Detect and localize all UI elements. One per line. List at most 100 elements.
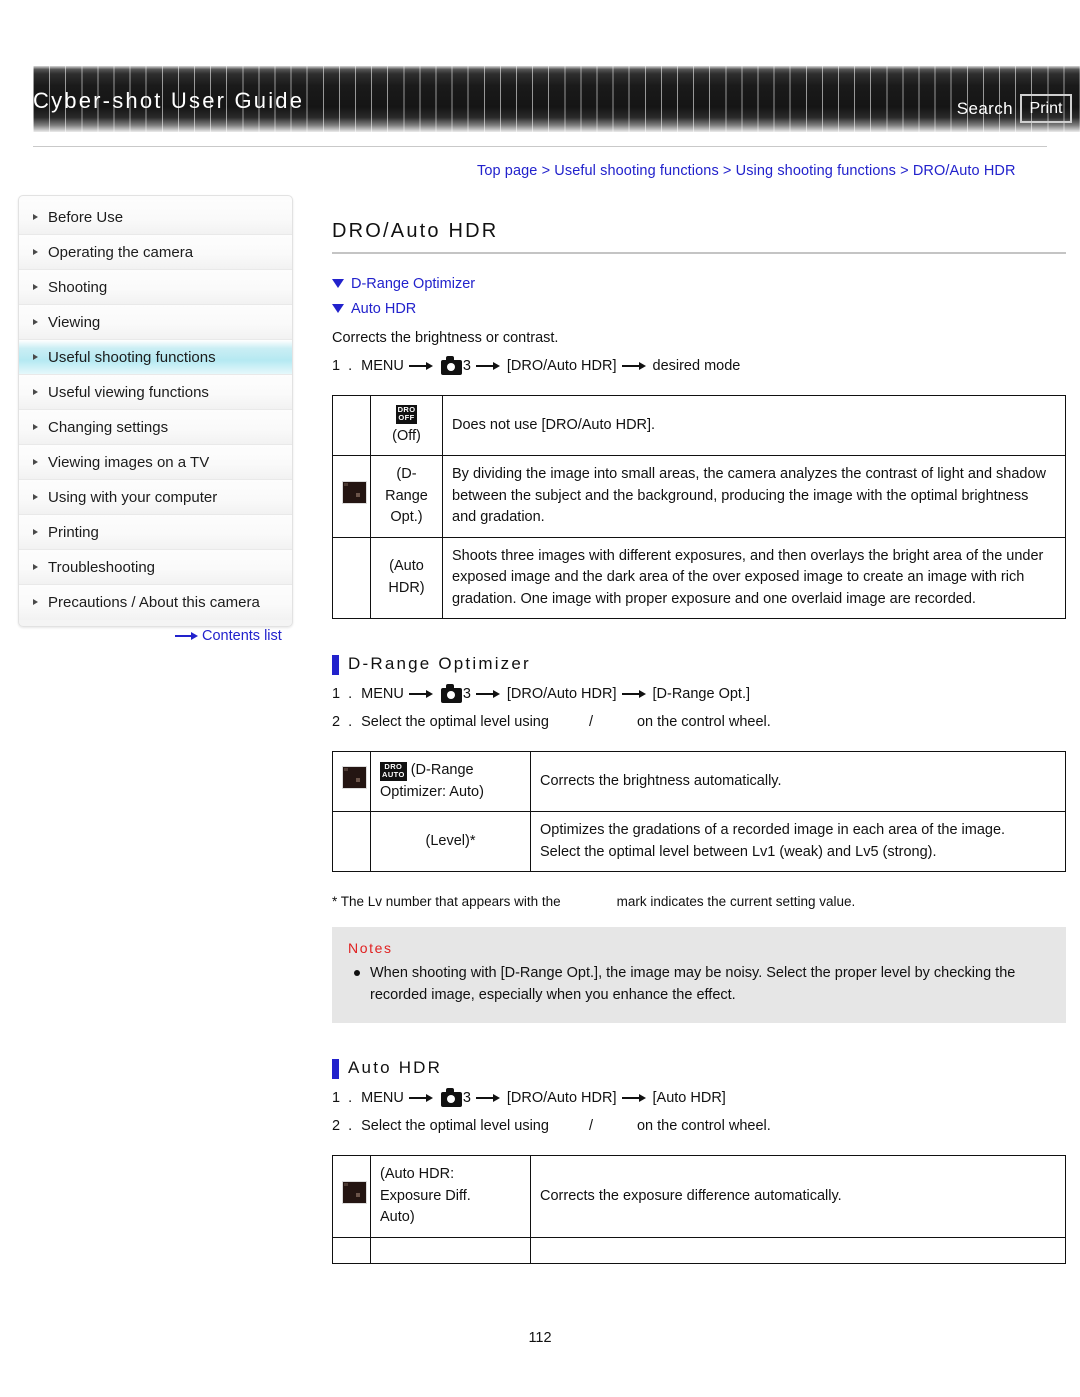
mode-name-line1: (D-Range bbox=[410, 762, 474, 778]
step-part-item: [DRO/Auto HDR] bbox=[506, 686, 617, 702]
step-part-menu: MENU bbox=[361, 686, 404, 702]
step-part-text: Select the optimal level using bbox=[361, 1118, 549, 1134]
print-button[interactable]: Print bbox=[1020, 94, 1072, 123]
mode-desc-cell: Optimizes the gradations of a recorded i… bbox=[530, 811, 1066, 872]
sidebar-item-using-with-your-computer[interactable]: Using with your computer bbox=[19, 480, 292, 515]
chevron-right-icon bbox=[33, 599, 38, 605]
hdr-step-1-menu-path: 1 . MENU 3 [DRO/Auto HDR] [Auto HDR] bbox=[332, 1088, 1066, 1107]
mode-name-label: (Off) bbox=[392, 427, 421, 444]
mode-desc-cell: Shoots three images with different expos… bbox=[442, 536, 1066, 619]
sidebar-item-label: Before Use bbox=[48, 209, 124, 226]
arrow-right-icon bbox=[475, 689, 502, 699]
mode-name-line2: HDR) bbox=[388, 579, 425, 596]
step-part-result: desired mode bbox=[652, 358, 741, 374]
arrow-right-icon bbox=[475, 1093, 502, 1103]
contents-list-label: Contents list bbox=[202, 628, 282, 644]
mode-name-cell: DRO AUTO (D-Range Optimizer: Auto) bbox=[370, 751, 531, 812]
sidebar-item-label: Printing bbox=[48, 524, 99, 541]
mode-name-line2: Exposure Diff. bbox=[380, 1187, 471, 1204]
sidebar-item-changing-settings[interactable]: Changing settings bbox=[19, 410, 292, 445]
search-button[interactable]: Search bbox=[957, 99, 1013, 119]
header-divider bbox=[33, 146, 1047, 147]
anchor-label: Auto HDR bbox=[351, 301, 417, 317]
sidebar-item-printing[interactable]: Printing bbox=[19, 515, 292, 550]
dro-step-2-select-level: 2 . Select the optimal level using / on the… bbox=[332, 714, 1066, 730]
step-1-menu-path: 1 . MENU 3 [DRO/Auto HDR] desired mode bbox=[332, 356, 1066, 375]
table-row bbox=[332, 1236, 1066, 1264]
arrow-right-icon bbox=[475, 361, 502, 371]
section-heading-d-range-optimizer: D-Range Optimizer bbox=[332, 654, 1066, 675]
sidebar-item-viewing-images-on-a-tv[interactable]: Viewing images on a TV bbox=[19, 445, 292, 480]
mode-name-cell: DRO OFF (Off) bbox=[370, 395, 443, 456]
site-header: Cyber-shot User Guide Search Print bbox=[0, 0, 1080, 152]
breadcrumb[interactable]: Top page > Useful shooting functions > U… bbox=[477, 163, 1016, 179]
camera-icon bbox=[440, 1088, 462, 1107]
mode-icon-cell bbox=[332, 1236, 371, 1264]
chevron-right-icon bbox=[33, 389, 38, 395]
notes-box: Notes When shooting with [D-Range Opt.],… bbox=[332, 927, 1066, 1023]
chevron-right-icon bbox=[33, 284, 38, 290]
arrow-right-icon bbox=[408, 1093, 435, 1103]
dro-thumbnail-icon bbox=[342, 766, 367, 790]
title-divider bbox=[332, 252, 1066, 254]
dro-auto-hdr-modes-table: DRO OFF (Off) Does not use [DRO/Auto HDR]… bbox=[332, 395, 1066, 619]
sidebar-item-label: Viewing bbox=[48, 314, 101, 331]
list-item: When shooting with [D-Range Opt.], the i… bbox=[348, 962, 1050, 1006]
step-slash: / bbox=[588, 1118, 593, 1134]
step-part-result: [Auto HDR] bbox=[652, 1090, 726, 1106]
sidebar-item-precautions-about-this-camera[interactable]: Precautions / About this camera bbox=[19, 585, 292, 620]
mode-name-cell: (Auto HDR: Exposure Diff. Auto) bbox=[370, 1155, 531, 1238]
table-row: (Auto HDR: Exposure Diff. Auto) Corrects… bbox=[332, 1155, 1066, 1238]
hdr-thumbnail-icon bbox=[342, 1181, 367, 1204]
sidebar-item-label: Changing settings bbox=[48, 419, 169, 436]
contents-list-link[interactable]: Contents list bbox=[175, 628, 282, 644]
arrow-right-icon bbox=[621, 361, 648, 371]
mode-desc-cell: By dividing the image into small areas, … bbox=[442, 455, 1066, 538]
camera-icon bbox=[440, 684, 462, 703]
chevron-right-icon bbox=[33, 564, 38, 570]
page-title: DRO/Auto HDR bbox=[332, 220, 499, 242]
mode-name-cell: (Auto HDR) bbox=[370, 536, 443, 619]
sidebar-item-label: Using with your computer bbox=[48, 489, 218, 506]
notes-title: Notes bbox=[348, 940, 393, 956]
sidebar-item-label: Useful shooting functions bbox=[48, 349, 216, 366]
mode-desc-cell: Does not use [DRO/Auto HDR]. bbox=[442, 395, 1066, 456]
mode-icon-cell bbox=[332, 455, 371, 538]
triangle-down-icon bbox=[332, 303, 344, 313]
breadcrumb-text[interactable]: Top page > Useful shooting functions > U… bbox=[477, 163, 1016, 179]
sidebar-item-troubleshooting[interactable]: Troubleshooting bbox=[19, 550, 292, 585]
menu-index: 3 bbox=[462, 358, 471, 374]
sidebar-item-viewing[interactable]: Viewing bbox=[19, 305, 292, 340]
mode-icon-cell bbox=[332, 1155, 371, 1238]
mode-name-line2: Range bbox=[385, 487, 428, 504]
anchor-links: D-Range Optimizer Auto HDR bbox=[332, 272, 1066, 322]
mode-name-line3: Opt.) bbox=[390, 509, 423, 525]
anchor-link-d-range-optimizer[interactable]: D-Range Optimizer bbox=[332, 272, 1066, 297]
mode-name-line1: (Auto HDR: bbox=[380, 1166, 455, 1182]
step-number: 2 . bbox=[332, 1118, 355, 1134]
sidebar-item-label: Useful viewing functions bbox=[48, 384, 209, 401]
page-number: 112 bbox=[528, 1330, 552, 1346]
step-number: 1 . bbox=[332, 686, 355, 702]
chevron-right-icon bbox=[33, 354, 38, 360]
mode-name-cell bbox=[370, 1236, 531, 1264]
footnote-part-b: mark indicates the current setting value… bbox=[616, 894, 856, 909]
main-content: DRO/Auto HDR D-Range Optimizer Auto HDR … bbox=[332, 195, 1066, 1264]
sidebar-item-shooting[interactable]: Shooting bbox=[19, 270, 292, 305]
step-part-item: [DRO/Auto HDR] bbox=[506, 1090, 617, 1106]
sidebar-item-useful-shooting-functions[interactable]: Useful shooting functions bbox=[19, 340, 292, 375]
mode-name-line1: (Level)* bbox=[425, 832, 476, 849]
step-part-tail: on the control wheel. bbox=[636, 1118, 771, 1134]
step-part-menu: MENU bbox=[361, 1090, 404, 1106]
anchor-link-auto-hdr[interactable]: Auto HDR bbox=[332, 297, 1066, 322]
sidebar-item-before-use[interactable]: Before Use bbox=[19, 200, 292, 235]
mode-name-line3: Auto) bbox=[380, 1209, 415, 1225]
sidebar-item-useful-viewing-functions[interactable]: Useful viewing functions bbox=[19, 375, 292, 410]
dro-badge-line2: OFF bbox=[397, 413, 416, 423]
site-title: Cyber-shot User Guide bbox=[33, 88, 305, 113]
arrow-right-icon bbox=[408, 361, 435, 371]
mode-icon-cell bbox=[332, 811, 371, 872]
camera-icon bbox=[440, 356, 462, 375]
sidebar-item-operating-the-camera[interactable]: Operating the camera bbox=[19, 235, 292, 270]
section-heading-auto-hdr: Auto HDR bbox=[332, 1058, 1066, 1079]
